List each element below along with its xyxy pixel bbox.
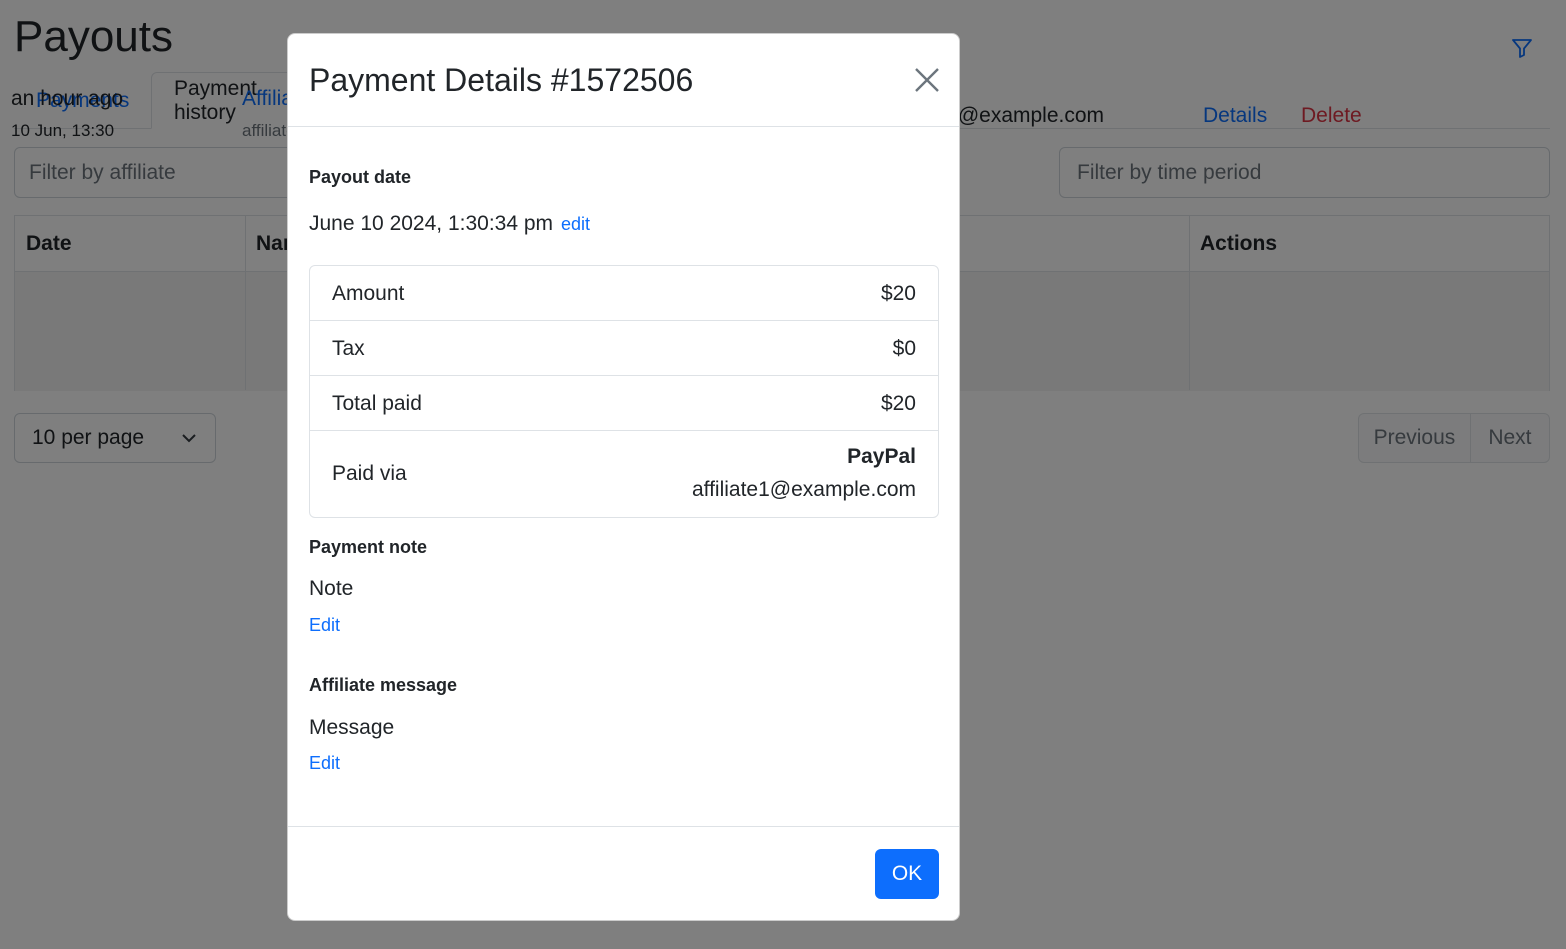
detail-row-paid-via: Paid via PayPal affiliate1@example.com xyxy=(310,431,938,517)
edit-affiliate-message-link[interactable]: Edit xyxy=(309,753,340,774)
detail-value: $20 xyxy=(880,392,916,415)
payment-note-text: Note xyxy=(309,577,354,600)
detail-key: Paid via xyxy=(332,462,407,485)
detail-row-amount: Amount $20 xyxy=(310,266,938,321)
ok-button[interactable]: OK xyxy=(875,849,939,899)
payment-detail-list: Amount $20 Tax $0 Total paid $20 Paid vi… xyxy=(309,265,939,518)
detail-key: Total paid xyxy=(332,392,422,415)
detail-value: $0 xyxy=(892,337,916,360)
payment-account: affiliate1@example.com xyxy=(691,478,916,501)
affiliate-message-label: Affiliate message xyxy=(309,675,458,695)
detail-key: Amount xyxy=(332,282,405,305)
detail-row-total-paid: Total paid $20 xyxy=(310,376,938,431)
detail-value: $20 xyxy=(880,282,916,305)
edit-payout-date-link[interactable]: edit xyxy=(561,214,590,235)
payment-note-label: Payment note xyxy=(309,537,428,557)
close-icon[interactable] xyxy=(912,65,942,95)
edit-payment-note-link[interactable]: Edit xyxy=(309,615,340,636)
payment-details-modal: Payment Details #1572506 Payout date Jun… xyxy=(287,33,960,921)
payout-date-label: Payout date xyxy=(309,167,412,187)
detail-row-tax: Tax $0 xyxy=(310,321,938,376)
detail-key: Tax xyxy=(332,337,365,360)
affiliate-message-text: Message xyxy=(309,716,395,739)
modal-header: Payment Details #1572506 xyxy=(288,34,959,127)
payment-method: PayPal xyxy=(847,445,916,468)
modal-footer: OK xyxy=(288,826,959,921)
modal-title: Payment Details #1572506 xyxy=(309,62,694,98)
payout-date-value: June 10 2024, 1:30:34 pm xyxy=(309,212,554,235)
